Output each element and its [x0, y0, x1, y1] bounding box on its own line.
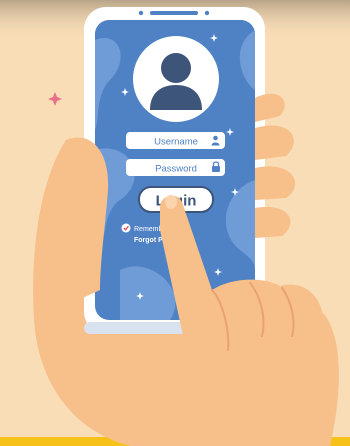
password-field[interactable]: Password [126, 159, 225, 176]
illustration-canvas: Username Password Login Remember Forgot … [0, 0, 350, 446]
fingernail [165, 195, 177, 209]
speaker-slot [150, 11, 198, 15]
username-placeholder: Username [154, 137, 198, 148]
password-placeholder: Password [155, 164, 197, 175]
camera-dot-left [138, 10, 144, 16]
username-field[interactable]: Username [126, 132, 225, 149]
remember-checkbox[interactable] [121, 223, 131, 233]
camera-dot-right [204, 10, 210, 16]
